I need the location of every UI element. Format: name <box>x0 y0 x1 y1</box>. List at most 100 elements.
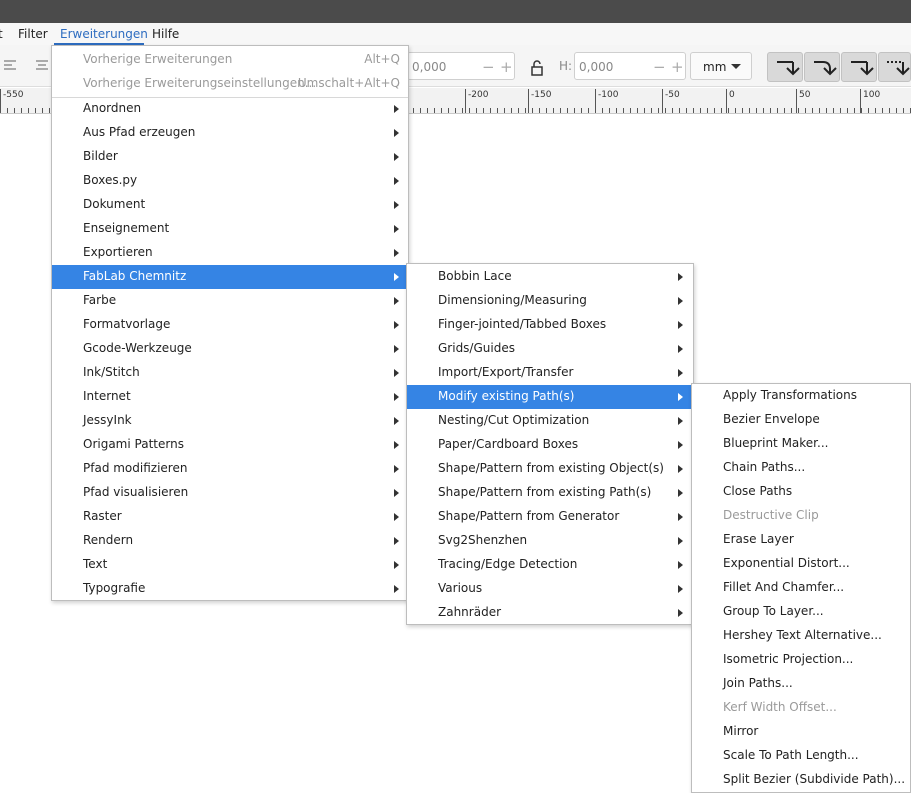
menu-item-tracing-edge-detection[interactable]: Tracing/Edge Detection <box>407 553 693 577</box>
height-value: 0,000 <box>579 60 614 74</box>
increment-icon[interactable]: + <box>500 58 513 76</box>
unit-dropdown[interactable]: mm <box>690 52 752 80</box>
lock-ratio-icon[interactable] <box>530 60 544 79</box>
ruler-tick <box>777 108 778 113</box>
menu-item-label: Join Paths... <box>723 676 793 690</box>
menu-item-grids-guides[interactable]: Grids/Guides <box>407 337 693 361</box>
menu-item-label: Vorherige Erweiterungseinstellungen... <box>83 76 317 90</box>
menu-view-partial[interactable]: t <box>0 27 3 41</box>
menu-item-exponential-distort[interactable]: Exponential Distort... <box>692 552 910 576</box>
menu-item-fillet-and-chamfer[interactable]: Fillet And Chamfer... <box>692 576 910 600</box>
menu-item-label: Scale To Path Length... <box>723 748 859 762</box>
menu-item-hershey-text-alternative[interactable]: Hershey Text Alternative... <box>692 624 910 648</box>
menu-item-group-to-layer[interactable]: Group To Layer... <box>692 600 910 624</box>
menu-item-import-export-transfer[interactable]: Import/Export/Transfer <box>407 361 693 385</box>
menu-item-origami-patterns[interactable]: Origami Patterns <box>52 433 408 457</box>
ruler-tick <box>539 108 540 113</box>
ruler-tick <box>833 108 834 113</box>
menu-item-destructive-clip: Destructive Clip <box>692 504 910 528</box>
menu-item-dokument[interactable]: Dokument <box>52 193 408 217</box>
ruler-tick <box>574 108 575 113</box>
transform-patterns-toggle[interactable] <box>878 52 911 82</box>
menu-item-rendern[interactable]: Rendern <box>52 529 408 553</box>
menu-item-gcode-werkzeuge[interactable]: Gcode-Werkzeuge <box>52 337 408 361</box>
menu-item-zahnr-der[interactable]: Zahnräder <box>407 601 693 625</box>
menu-item-shape-pattern-from-existing-path-s[interactable]: Shape/Pattern from existing Path(s) <box>407 481 693 505</box>
ruler-tick <box>686 108 687 113</box>
menu-item-label: Group To Layer... <box>723 604 824 618</box>
menu-item-split-bezier-subdivide-path[interactable]: Split Bezier (Subdivide Path)... <box>692 768 910 792</box>
submenu-arrow-icon <box>678 465 683 473</box>
ruler-tick <box>896 108 897 113</box>
width-value: 0,000 <box>412 60 447 74</box>
transform-gradients-toggle[interactable] <box>841 52 877 82</box>
menu-item-dimensioning-measuring[interactable]: Dimensioning/Measuring <box>407 289 693 313</box>
align-left-icon[interactable] <box>2 57 18 73</box>
menu-item-various[interactable]: Various <box>407 577 693 601</box>
menu-filter[interactable]: Filter <box>18 27 48 41</box>
scale-stroke-toggle[interactable] <box>767 52 803 82</box>
menu-item-pfad-visualisieren[interactable]: Pfad visualisieren <box>52 481 408 505</box>
menu-item-ink-stitch[interactable]: Ink/Stitch <box>52 361 408 385</box>
menu-item-mirror[interactable]: Mirror <box>692 720 910 744</box>
width-field[interactable]: 0,000 − + <box>407 52 515 80</box>
menu-item-bezier-envelope[interactable]: Bezier Envelope <box>692 408 910 432</box>
align-center-icon[interactable] <box>34 57 50 73</box>
menu-item-shape-pattern-from-existing-object-s[interactable]: Shape/Pattern from existing Object(s) <box>407 457 693 481</box>
menu-item-nesting-cut-optimization[interactable]: Nesting/Cut Optimization <box>407 409 693 433</box>
menu-item-aus-pfad-erzeugen[interactable]: Aus Pfad erzeugen <box>52 121 408 145</box>
ruler-tick <box>784 108 785 113</box>
menu-item-label: Ink/Stitch <box>83 365 140 379</box>
menu-item-farbe[interactable]: Farbe <box>52 289 408 313</box>
menu-extensions[interactable]: Erweiterungen <box>60 27 148 41</box>
menu-item-svg2shenzhen[interactable]: Svg2Shenzhen <box>407 529 693 553</box>
menu-item-isometric-projection[interactable]: Isometric Projection... <box>692 648 910 672</box>
menu-item-jessyink[interactable]: JessyInk <box>52 409 408 433</box>
ruler-label: 0 <box>729 90 735 100</box>
menu-item-anordnen[interactable]: Anordnen <box>52 97 408 121</box>
height-field[interactable]: 0,000 − + <box>574 52 686 80</box>
menu-item-pfad-modifizieren[interactable]: Pfad modifizieren <box>52 457 408 481</box>
ruler-tick <box>427 108 428 113</box>
ruler-label: -150 <box>531 90 552 100</box>
menu-item-formatvorlage[interactable]: Formatvorlage <box>52 313 408 337</box>
menu-item-finger-jointed-tabbed-boxes[interactable]: Finger-jointed/Tabbed Boxes <box>407 313 693 337</box>
ruler-tick <box>581 108 582 113</box>
menu-item-modify-existing-path-s[interactable]: Modify existing Path(s) <box>407 385 693 409</box>
menu-item-boxes-py[interactable]: Boxes.py <box>52 169 408 193</box>
menu-item-label: Split Bezier (Subdivide Path)... <box>723 772 906 786</box>
ruler-tick <box>756 108 757 113</box>
ruler-tick <box>693 108 694 113</box>
menu-item-internet[interactable]: Internet <box>52 385 408 409</box>
window-titlebar <box>0 0 911 23</box>
scale-corners-toggle[interactable] <box>804 52 840 82</box>
menu-item-bilder[interactable]: Bilder <box>52 145 408 169</box>
submenu-arrow-icon <box>394 465 399 473</box>
ruler-major-tick <box>465 89 466 113</box>
menu-item-fablab-chemnitz[interactable]: FabLab Chemnitz <box>52 265 408 289</box>
menu-item-close-paths[interactable]: Close Paths <box>692 480 910 504</box>
menu-item-shape-pattern-from-generator[interactable]: Shape/Pattern from Generator <box>407 505 693 529</box>
increment-icon[interactable]: + <box>671 58 684 76</box>
menu-help[interactable]: Hilfe <box>152 27 179 41</box>
menu-item-raster[interactable]: Raster <box>52 505 408 529</box>
ruler-tick <box>637 108 638 113</box>
menu-item-join-paths[interactable]: Join Paths... <box>692 672 910 696</box>
menu-item-scale-to-path-length[interactable]: Scale To Path Length... <box>692 744 910 768</box>
menu-item-typografie[interactable]: Typografie <box>52 577 408 601</box>
menu-item-erase-layer[interactable]: Erase Layer <box>692 528 910 552</box>
menu-item-blueprint-maker[interactable]: Blueprint Maker... <box>692 432 910 456</box>
menu-item-paper-cardboard-boxes[interactable]: Paper/Cardboard Boxes <box>407 433 693 457</box>
ruler-tick <box>882 108 883 113</box>
menu-item-label: Shape/Pattern from existing Path(s) <box>438 485 652 499</box>
menu-item-apply-transformations[interactable]: Apply Transformations <box>692 384 910 408</box>
submenu-arrow-icon <box>394 369 399 377</box>
menu-item-chain-paths[interactable]: Chain Paths... <box>692 456 910 480</box>
menu-item-bobbin-lace[interactable]: Bobbin Lace <box>407 265 693 289</box>
menu-item-text[interactable]: Text <box>52 553 408 577</box>
submenu-arrow-icon <box>394 249 399 257</box>
menu-item-exportieren[interactable]: Exportieren <box>52 241 408 265</box>
decrement-icon[interactable]: − <box>482 58 495 76</box>
menu-item-enseignement[interactable]: Enseignement <box>52 217 408 241</box>
decrement-icon[interactable]: − <box>653 58 666 76</box>
